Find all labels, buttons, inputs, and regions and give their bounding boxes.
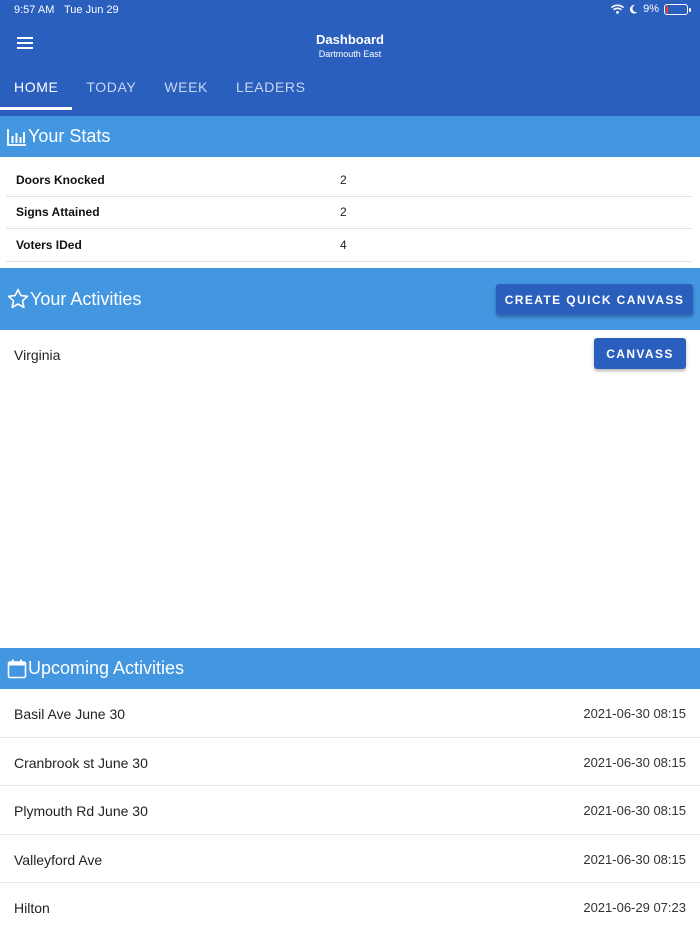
stats-value: 4 <box>340 237 347 252</box>
page-subtitle: Dartmouth East <box>318 49 382 59</box>
stats-row: Signs Attained 2 <box>6 197 692 229</box>
upcoming-name: Hilton <box>14 900 50 917</box>
status-bar: 9:57 AM Tue Jun 29 9% <box>0 0 700 22</box>
status-date: Tue Jun 29 <box>64 4 119 16</box>
stats-section-title: Your Stats <box>28 126 111 146</box>
stats-label: Doors Knocked <box>16 172 105 187</box>
upcoming-item[interactable]: Valleyford Ave 2021-06-30 08:15 <box>0 835 700 884</box>
tab-today[interactable]: TODAY <box>72 70 150 110</box>
upcoming-name: Cranbrook st June 30 <box>14 754 148 771</box>
status-indicators: 9% <box>611 3 691 15</box>
calendar-icon <box>7 659 27 679</box>
upcoming-datetime: 2021-06-30 08:15 <box>583 706 686 721</box>
upcoming-item[interactable]: Plymouth Rd June 30 2021-06-30 08:15 <box>0 786 700 835</box>
upcoming-name: Basil Ave June 30 <box>14 706 126 722</box>
upcoming-name: Valleyford Ave <box>14 851 103 868</box>
app-header: 9:57 AM Tue Jun 29 9% Dashboard Dartmout… <box>0 0 700 116</box>
activities-section-title: Your Activities <box>30 288 142 309</box>
upcoming-datetime: 2021-06-29 07:23 <box>583 900 686 916</box>
upcoming-datetime: 2021-06-30 08:15 <box>583 803 686 819</box>
activity-name: Virginia <box>14 347 61 363</box>
upcoming-section-header: Upcoming Activities <box>0 648 700 689</box>
stats-label: Signs Attained <box>16 205 100 220</box>
upcoming-name: Plymouth Rd June 30 <box>14 803 148 820</box>
upcoming-datetime: 2021-06-30 08:15 <box>583 851 686 867</box>
battery-percent: 9% <box>643 3 659 15</box>
upcoming-item[interactable]: Cranbrook st June 30 2021-06-30 08:15 <box>0 738 700 787</box>
battery-icon <box>664 3 691 15</box>
bar-chart-icon <box>7 128 27 146</box>
stats-section-header: Your Stats <box>0 116 700 157</box>
wifi-icon <box>611 4 625 14</box>
upcoming-datetime: 2021-06-30 08:15 <box>583 754 686 770</box>
stats-value: 2 <box>340 172 347 187</box>
upcoming-item[interactable]: Basil Ave June 30 2021-06-30 08:15 <box>0 689 700 738</box>
create-quick-canvass-button[interactable]: CREATE QUICK CANVASS <box>496 284 693 315</box>
battery-level <box>666 5 668 13</box>
tab-home[interactable]: HOME <box>0 70 73 110</box>
activity-item: Virginia CANVASS <box>0 330 700 378</box>
canvass-button[interactable]: CANVASS <box>594 338 686 369</box>
upcoming-item[interactable]: Hilton 2021-06-29 07:23 <box>0 883 700 932</box>
stats-row: Doors Knocked 2 <box>6 164 692 197</box>
upcoming-section-title: Upcoming Activities <box>28 658 185 678</box>
stats-label: Voters IDed <box>16 237 82 252</box>
star-icon <box>7 288 29 310</box>
status-time: 9:57 AM <box>14 4 55 16</box>
tab-week[interactable]: WEEK <box>150 70 222 110</box>
stats-value: 2 <box>340 205 347 220</box>
title-block: Dashboard Dartmouth East <box>0 32 700 59</box>
stats-table: Doors Knocked 2 Signs Attained 2 Voters … <box>6 164 692 262</box>
moon-icon <box>630 4 638 14</box>
tab-leaders[interactable]: LEADERS <box>222 70 320 110</box>
tab-bar: HOME TODAY WEEK LEADERS <box>0 70 320 110</box>
stats-row: Voters IDed 4 <box>6 229 692 262</box>
page-title: Dashboard <box>316 32 384 47</box>
